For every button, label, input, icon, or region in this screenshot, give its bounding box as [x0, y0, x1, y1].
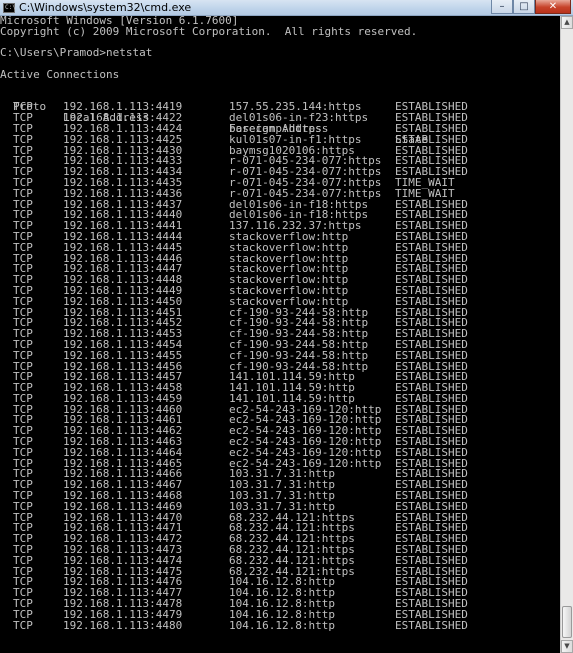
row-proto: TCP: [13, 618, 33, 632]
row-foreign-address: 104.16.12.8:http: [229, 618, 335, 632]
window-controls: – □ ✕: [491, 0, 571, 15]
cmd-window: C:\ C:\Windows\system32\cmd.exe – □ ✕ Mi…: [0, 0, 573, 653]
title-bar[interactable]: C:\ C:\Windows\system32\cmd.exe – □ ✕: [0, 0, 573, 16]
connection-rows: TCP 192.168.1.113:4419 157.55.235.144:http…: [0, 101, 560, 632]
row-state: ESTABLISHED: [395, 618, 468, 632]
row-local-address: 192.168.1.113:4480: [63, 618, 183, 632]
scroll-up-arrow-icon[interactable]: ▲: [561, 16, 573, 29]
scroll-thumb[interactable]: [562, 606, 572, 638]
console-output[interactable]: Microsoft Windows [Version 6.1.7600] Cop…: [0, 16, 560, 653]
connection-row: TCP 192.168.1.113:4480 104.16.12.8:http EST…: [0, 618, 560, 632]
copyright-line: Copyright (c) 2009 Microsoft Corporation…: [0, 24, 418, 38]
close-button[interactable]: ✕: [535, 0, 571, 14]
cmd-app-icon[interactable]: C:\: [3, 3, 16, 13]
maximize-button[interactable]: □: [513, 0, 535, 14]
cmd-app-icon-label: C:\: [5, 4, 16, 11]
command-prompt: C:\Users\Pramod>netstat: [0, 46, 153, 60]
window-title: C:\Windows\system32\cmd.exe: [19, 1, 192, 14]
section-title: Active Connections: [0, 67, 120, 81]
minimize-button[interactable]: –: [491, 0, 513, 14]
vertical-scrollbar[interactable]: ▲ ▼: [560, 16, 573, 653]
scroll-down-arrow-icon[interactable]: ▼: [561, 640, 573, 653]
